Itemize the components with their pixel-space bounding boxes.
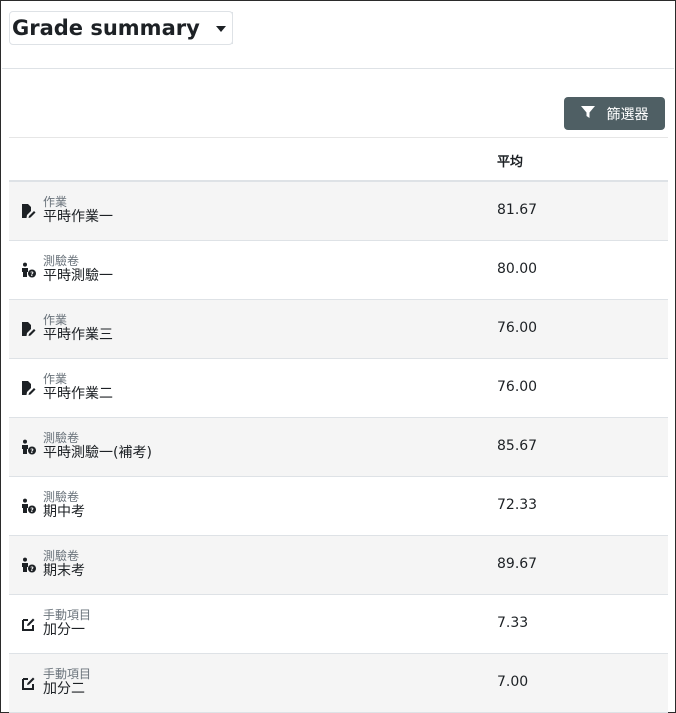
page-title: Grade summary <box>12 16 200 40</box>
grade-item-type: 作業 <box>43 313 68 327</box>
quiz-icon: ? <box>20 498 36 514</box>
grade-item-name[interactable]: 平時測驗一 <box>43 268 113 285</box>
grade-item: 測驗卷 期中考 <box>43 490 85 521</box>
table-row: ? 測驗卷 期末考 89.67 <box>9 536 668 595</box>
grade-item: 手動項目 加分一 <box>43 608 91 639</box>
table-row: ? 測驗卷 期中考 72.33 <box>9 477 668 536</box>
grade-item-type: 測驗卷 <box>43 490 80 504</box>
grade-item-average: 76.00 <box>497 379 538 395</box>
grade-item-name[interactable]: 平時作業二 <box>43 386 113 403</box>
grade-item-average: 81.67 <box>497 202 538 218</box>
grade-item: 作業 平時作業二 <box>43 372 113 403</box>
grade-item-average: 76.00 <box>497 320 538 336</box>
grade-item-type: 手動項目 <box>43 667 92 681</box>
table-row: 作業 平時作業三 76.00 <box>9 300 668 359</box>
manual-item-icon <box>20 616 36 632</box>
grade-report-selector[interactable]: Grade summary <box>9 11 233 45</box>
grade-item-name[interactable]: 平時作業一 <box>43 209 113 226</box>
table-body: 作業 平時作業一 81.67? 測驗卷 平時測驗一 80.00 作業 平時作業三 76.00 作業… <box>9 182 668 713</box>
page-header: Grade summary <box>2 2 674 69</box>
grade-item-average: 85.67 <box>497 438 538 454</box>
manual-item-icon <box>20 675 36 691</box>
quiz-icon: ? <box>20 439 36 455</box>
grade-item-type: 測驗卷 <box>43 431 80 445</box>
svg-text:?: ? <box>30 448 34 455</box>
grade-item-name[interactable]: 期中考 <box>43 504 85 521</box>
quiz-icon: ? <box>20 557 36 573</box>
chevron-down-icon <box>213 21 229 37</box>
assignment-icon <box>20 203 36 219</box>
grade-item-name[interactable]: 期末考 <box>43 563 85 580</box>
header-divider <box>232 12 233 44</box>
assignment-icon <box>20 380 36 396</box>
grade-item-average: 7.00 <box>497 674 529 690</box>
grade-item: 作業 平時作業一 <box>43 195 113 226</box>
grade-item-average: 89.67 <box>497 556 538 572</box>
column-header-average[interactable]: 平均 <box>497 151 523 170</box>
filter-button-label: 篩選器 <box>606 106 649 123</box>
grade-item-average: 72.33 <box>497 497 538 513</box>
grade-item-type: 測驗卷 <box>43 254 80 268</box>
grade-item-name[interactable]: 加分一 <box>43 622 91 639</box>
table-row: ? 測驗卷 平時測驗一(補考) 85.67 <box>9 418 668 477</box>
grade-item-name[interactable]: 平時測驗一(補考) <box>43 445 152 462</box>
svg-text:?: ? <box>30 507 34 514</box>
grade-item-average: 7.33 <box>497 615 529 631</box>
grade-item-type: 手動項目 <box>43 608 92 622</box>
table-row: 手動項目 加分一 7.33 <box>9 595 668 654</box>
quiz-icon: ? <box>20 262 36 278</box>
grade-item: 測驗卷 平時測驗一(補考) <box>43 431 152 462</box>
grade-item-average: 80.00 <box>497 261 538 277</box>
grade-item-type: 作業 <box>43 372 68 386</box>
filter-icon <box>580 105 595 123</box>
grade-item-type: 作業 <box>43 195 68 209</box>
grade-item: 測驗卷 平時測驗一 <box>43 254 113 285</box>
table-header: 平均 <box>9 137 668 182</box>
grade-item-type: 測驗卷 <box>43 549 80 563</box>
table-row: ? 測驗卷 平時測驗一 80.00 <box>9 241 668 300</box>
grade-table: 平均 作業 平時作業一 81.67? 測驗卷 平時測驗一 80.00 作業 平時作業三 76.0… <box>9 137 668 713</box>
page-frame: Grade summary 篩選器 平均 作業 平時作業一 81.67? 測驗卷 平時測… <box>0 0 676 713</box>
grade-item: 測驗卷 期末考 <box>43 549 85 580</box>
filter-button[interactable]: 篩選器 <box>564 97 665 130</box>
grade-item-name[interactable]: 平時作業三 <box>43 327 113 344</box>
table-row: 作業 平時作業一 81.67 <box>9 182 668 241</box>
table-row: 手動項目 加分二 7.00 <box>9 654 668 713</box>
grade-item-name[interactable]: 加分二 <box>43 681 91 698</box>
svg-text:?: ? <box>30 566 34 573</box>
assignment-icon <box>20 321 36 337</box>
grade-item: 作業 平時作業三 <box>43 313 113 344</box>
grade-item: 手動項目 加分二 <box>43 667 91 698</box>
table-row: 作業 平時作業二 76.00 <box>9 359 668 418</box>
svg-text:?: ? <box>30 271 34 278</box>
